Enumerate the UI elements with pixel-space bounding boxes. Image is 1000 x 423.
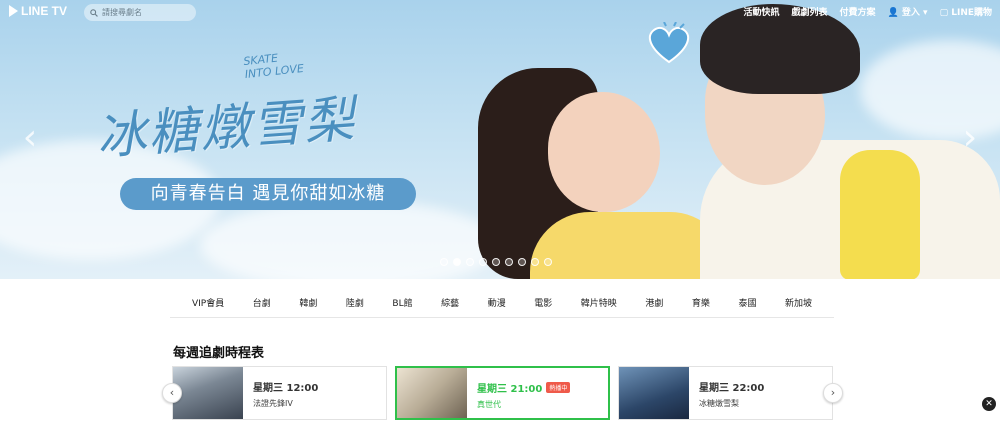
carousel-dot[interactable] xyxy=(492,258,500,266)
category-vip[interactable]: VIP會員 xyxy=(192,296,224,309)
carousel-dot[interactable] xyxy=(479,258,487,266)
chevron-down-icon: ▾ xyxy=(923,8,928,18)
schedule-card[interactable]: 星期三 12:00 法證先鋒IV xyxy=(172,366,387,420)
hero-girl-face xyxy=(548,92,660,212)
schedule-card-name: 冰糖燉雪梨 xyxy=(699,399,739,408)
category-thai[interactable]: 泰國 xyxy=(738,296,756,309)
hot-badge: 熱播中 xyxy=(546,382,571,393)
nav-login-label: 登入 xyxy=(901,8,920,18)
nav-drama-list[interactable]: 戲劇列表 xyxy=(792,5,828,18)
carousel-dot-active[interactable] xyxy=(453,258,461,266)
category-anime[interactable]: 動漫 xyxy=(488,296,506,309)
chevron-left-icon[interactable]: ‹ xyxy=(20,118,40,158)
category-bl[interactable]: BL館 xyxy=(392,296,412,309)
heart-icon xyxy=(648,22,690,64)
hero-title-art: 冰糖燉雪梨 xyxy=(94,89,358,166)
category-movie[interactable]: 電影 xyxy=(534,296,552,309)
schedule-next-button[interactable]: › xyxy=(823,383,843,403)
play-logo-icon xyxy=(9,5,18,17)
schedule-prev-button[interactable]: ‹ xyxy=(162,383,182,403)
schedule-card-thumb xyxy=(173,367,243,419)
search-icon xyxy=(90,8,98,17)
hero-title-en: SKATE INTO LOVE xyxy=(242,51,305,82)
schedule-card-time: 星期三 22:00 xyxy=(699,383,765,394)
linetv-logo[interactable]: LINE TV xyxy=(9,4,67,18)
search-input[interactable] xyxy=(102,8,192,17)
logo-text: LINE TV xyxy=(21,4,68,18)
carousel-dot[interactable] xyxy=(531,258,539,266)
nav-line-shopping[interactable]: ▢ LINE購物 xyxy=(940,5,992,18)
schedule-card[interactable]: 星期三 22:00 冰糖燉雪梨 xyxy=(618,366,833,420)
schedule-card-time: 星期三 12:00 xyxy=(253,383,319,394)
schedule-card-active[interactable]: 星期三 21:00 熱播中 真世代 xyxy=(395,366,610,420)
top-nav: LINE TV 活動快訊 戲劇列表 付費方案 👤 登入 ▾ ▢ LINE購物 xyxy=(0,0,1000,24)
schedule-card-name: 真世代 xyxy=(477,400,501,409)
category-taiwan[interactable]: 台劇 xyxy=(253,296,271,309)
carousel-dots xyxy=(440,258,552,266)
category-singapore[interactable]: 新加坡 xyxy=(785,296,812,309)
hero-banner[interactable]: SKATE INTO LOVE 冰糖燉雪梨 向青春告白 遇見你甜如冰糖 ‹ › xyxy=(0,0,1000,279)
nav-login[interactable]: 👤 登入 ▾ xyxy=(888,5,928,18)
category-variety[interactable]: 綜藝 xyxy=(441,296,459,309)
category-hongkong[interactable]: 港劇 xyxy=(645,296,663,309)
schedule-card-time: 星期三 21:00 xyxy=(477,384,543,395)
carousel-dot[interactable] xyxy=(505,258,513,266)
hero-subtitle: 向青春告白 遇見你甜如冰糖 xyxy=(120,178,416,210)
schedule-carousel: 星期三 12:00 法證先鋒IV 星期三 21:00 熱播中 真世代 星期三 2… xyxy=(172,366,838,420)
category-china[interactable]: 陸劇 xyxy=(346,296,364,309)
search-box[interactable] xyxy=(84,4,196,21)
schedule-card-thumb xyxy=(619,367,689,419)
category-korea[interactable]: 韓劇 xyxy=(299,296,317,309)
schedule-card-name: 法證先鋒IV xyxy=(253,399,293,408)
nav-events[interactable]: 活動快訊 xyxy=(743,5,779,18)
carousel-dot[interactable] xyxy=(466,258,474,266)
schedule-title: 每週追劇時程表 xyxy=(173,346,265,361)
category-kids[interactable]: 育樂 xyxy=(692,296,710,309)
carousel-dot[interactable] xyxy=(544,258,552,266)
category-bar: VIP會員 台劇 韓劇 陸劇 BL館 綜藝 動漫 電影 韓片特映 港劇 育樂 泰… xyxy=(170,288,834,318)
carousel-dot[interactable] xyxy=(440,258,448,266)
close-icon[interactable]: ✕ xyxy=(982,397,996,411)
category-korean-film[interactable]: 韓片特映 xyxy=(581,296,617,309)
hero-boy-hood xyxy=(840,150,920,279)
nav-pricing[interactable]: 付費方案 xyxy=(840,5,876,18)
chevron-right-icon[interactable]: › xyxy=(960,118,980,158)
shopping-bag-icon: ▢ xyxy=(939,8,949,18)
top-nav-links: 活動快訊 戲劇列表 付費方案 👤 登入 ▾ ▢ LINE購物 xyxy=(743,5,992,18)
carousel-dot[interactable] xyxy=(518,258,526,266)
user-icon: 👤 xyxy=(887,8,899,18)
cloud xyxy=(200,200,500,279)
schedule-card-thumb xyxy=(397,368,467,418)
nav-line-shopping-label: LINE購物 xyxy=(951,8,992,18)
